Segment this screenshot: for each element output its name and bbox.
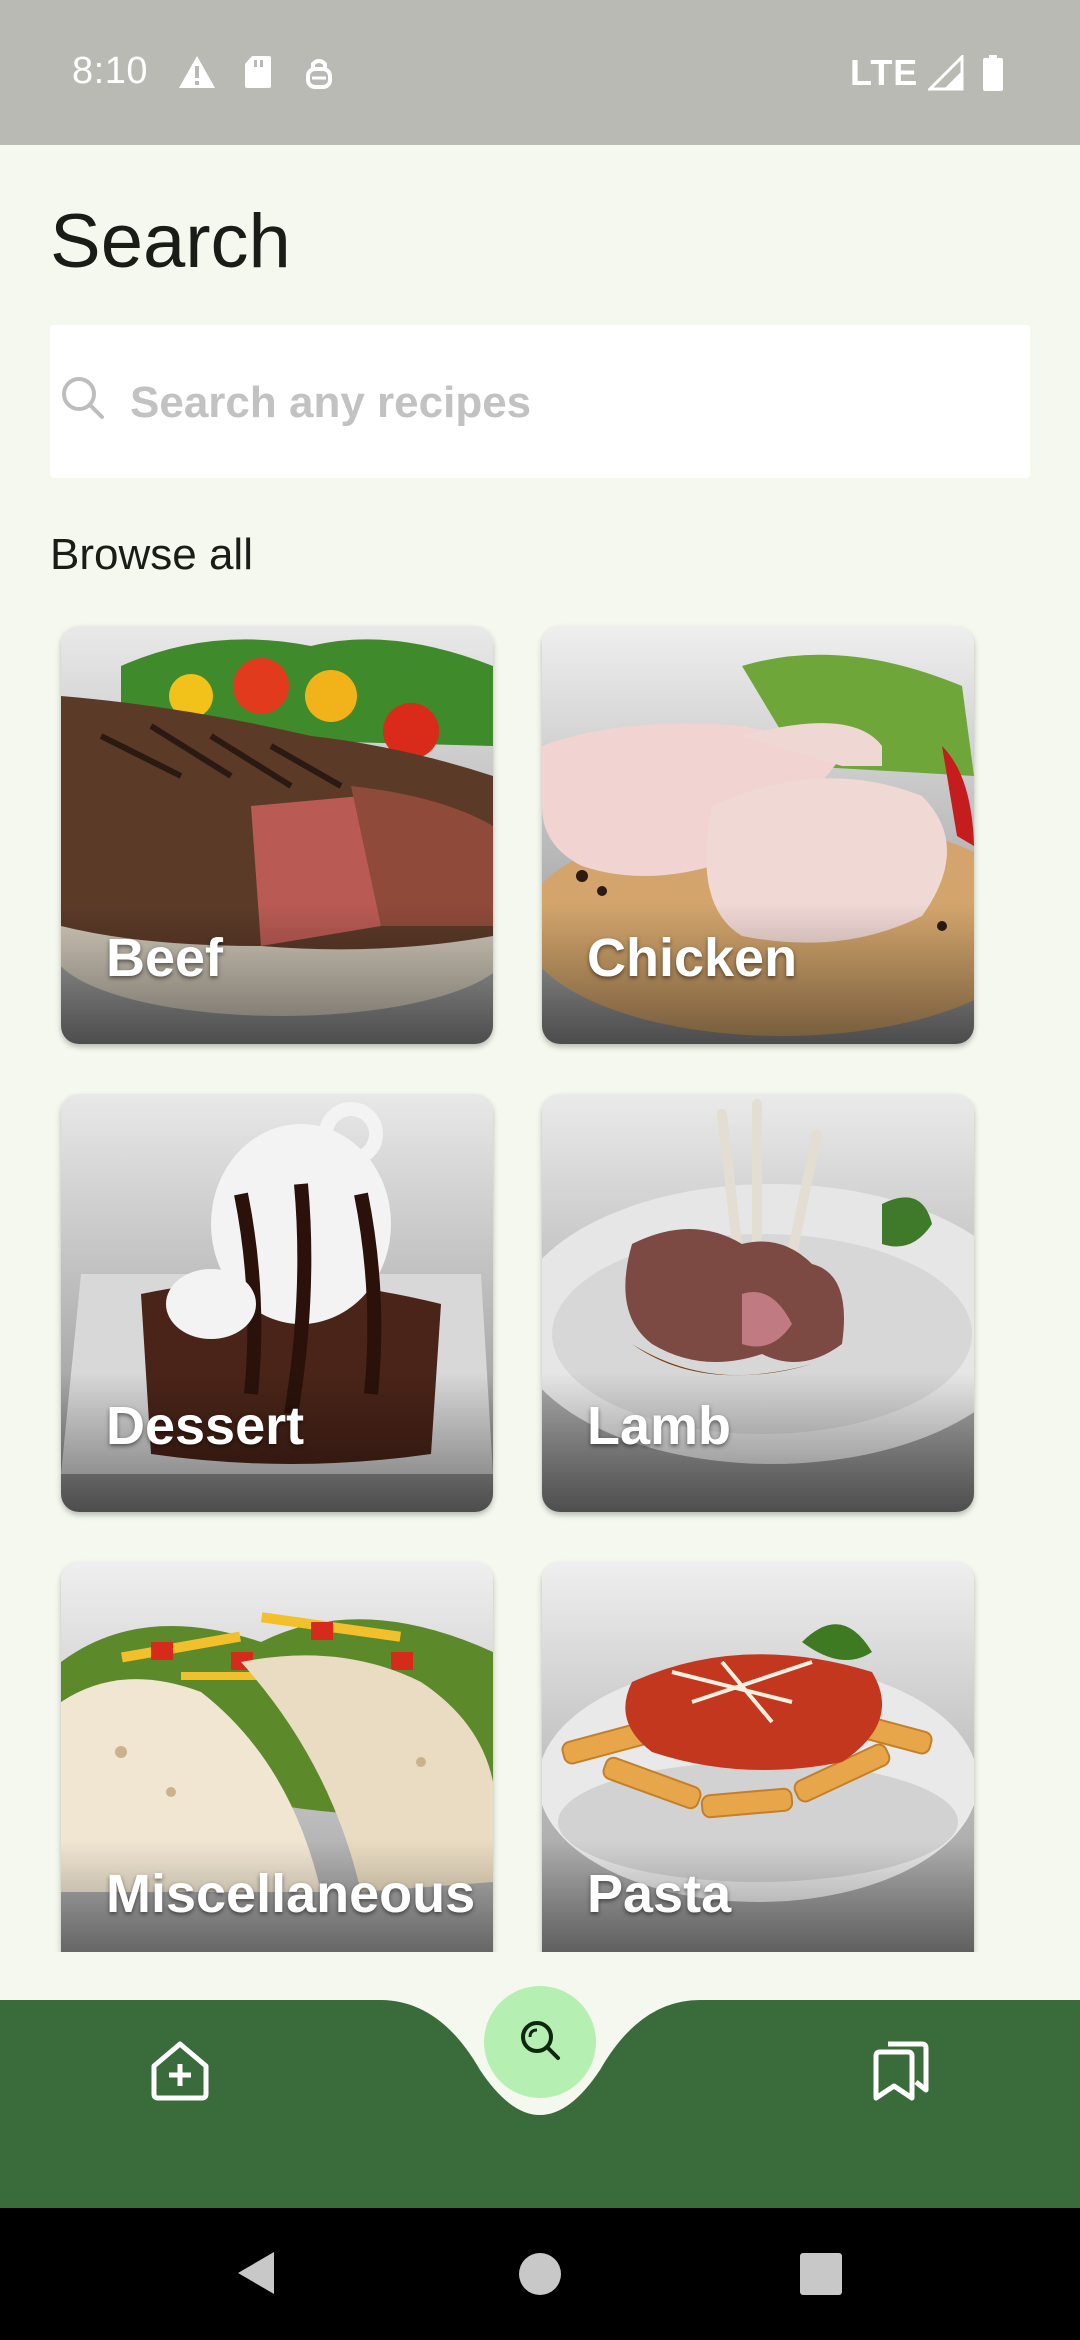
signal-icon: [926, 53, 964, 96]
category-card-pasta[interactable]: Pasta: [542, 1562, 974, 1952]
search-bar[interactable]: [50, 325, 1030, 480]
recents-icon[interactable]: [800, 2253, 842, 2300]
status-bar: 8:10 LTE: [0, 0, 1080, 145]
category-label: Miscellaneous: [106, 1864, 476, 1924]
battery-icon: [982, 55, 1004, 96]
system-navigation-bar: [0, 2208, 1080, 2340]
back-icon[interactable]: [236, 2250, 276, 2301]
search-input[interactable]: [128, 325, 1012, 480]
section-title: Browse all: [50, 530, 253, 579]
search-icon: [60, 375, 106, 426]
search-tab-button[interactable]: [484, 1986, 596, 2098]
alert-icon: [178, 55, 216, 94]
category-grid: Beef Chicken Dessert Lamb Miscellaneous …: [0, 600, 1080, 1952]
home-icon[interactable]: [518, 2252, 562, 2301]
category-card-lamb[interactable]: Lamb: [542, 1094, 974, 1512]
network-type: LTE: [850, 52, 919, 93]
category-label: Beef: [106, 928, 224, 988]
page-title: Search: [50, 199, 291, 284]
category-label: Pasta: [587, 1864, 732, 1924]
bookmarks-icon[interactable]: [868, 2038, 932, 2107]
category-label: Dessert: [106, 1396, 305, 1456]
vpn-key-icon: [304, 55, 334, 94]
search-icon: [517, 2017, 563, 2068]
category-card-miscellaneous[interactable]: Miscellaneous: [61, 1562, 493, 1952]
category-card-beef[interactable]: Beef: [61, 626, 493, 1044]
category-card-chicken[interactable]: Chicken: [542, 626, 974, 1044]
category-card-dessert[interactable]: Dessert: [61, 1094, 493, 1512]
sd-card-icon: [244, 55, 272, 94]
add-home-icon[interactable]: [148, 2038, 212, 2107]
category-label: Chicken: [587, 928, 798, 988]
status-time: 8:10: [72, 50, 148, 92]
category-label: Lamb: [587, 1396, 732, 1456]
